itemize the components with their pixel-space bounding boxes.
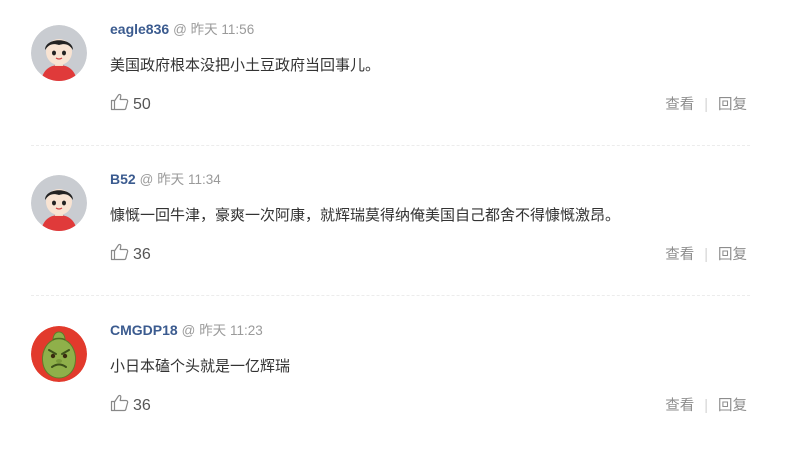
reply-button[interactable]: 回复 xyxy=(718,97,747,113)
action-separator: | xyxy=(704,398,708,414)
comment-text: 慷慨一回牛津，豪爽一次阿康，就辉瑞莫得纳俺美国自己都舍不得慷慨激昂。 xyxy=(110,207,621,224)
reply-button[interactable]: 回复 xyxy=(718,247,747,263)
divider xyxy=(31,145,750,146)
avatar[interactable] xyxy=(31,175,87,231)
thumbs-up-icon xyxy=(110,243,129,261)
view-button[interactable]: 查看 xyxy=(665,398,694,414)
action-separator: | xyxy=(704,247,708,263)
comment-text: 美国政府根本没把小土豆政府当回事儿。 xyxy=(110,57,381,74)
view-button[interactable]: 查看 xyxy=(665,247,694,263)
avatar[interactable] xyxy=(31,25,87,81)
username[interactable]: CMGDP18 xyxy=(110,322,178,338)
comment-text: 小日本磕个头就是一亿辉瑞 xyxy=(110,358,291,375)
comment-actions: 查看 | 回复 xyxy=(665,245,747,265)
at-sign: @ xyxy=(173,22,187,37)
at-sign: @ xyxy=(139,172,154,187)
like-count: 36 xyxy=(133,246,151,263)
avatar[interactable] xyxy=(31,326,87,382)
like-count: 36 xyxy=(133,397,151,414)
comment-item: B52 @ 昨天 11:34 慷慨一回牛津，豪爽一次阿康，就辉瑞莫得纳俺美国自己… xyxy=(0,150,786,300)
comment-meta: B52 @ 昨天 11:34 xyxy=(110,169,221,189)
reply-button[interactable]: 回复 xyxy=(718,398,747,414)
timestamp: 昨天 11:23 xyxy=(199,323,263,338)
like-button[interactable]: 50 xyxy=(110,93,151,115)
thumbs-up-icon xyxy=(110,394,129,412)
username[interactable]: eagle836 xyxy=(110,21,169,37)
comment-meta: eagle836 @ 昨天 11:56 xyxy=(110,19,254,39)
timestamp: 昨天 11:34 xyxy=(157,172,221,187)
view-button[interactable]: 查看 xyxy=(665,97,694,113)
action-separator: | xyxy=(704,97,708,113)
green-squash-avatar-icon xyxy=(31,326,87,382)
at-sign: @ xyxy=(181,323,196,338)
comment-list: eagle836 @ 昨天 11:56 美国政府根本没把小土豆政府当回事儿。 5… xyxy=(0,0,786,429)
like-count: 50 xyxy=(133,96,151,113)
cartoon-boy-avatar-icon xyxy=(31,175,87,231)
comment-item: eagle836 @ 昨天 11:56 美国政府根本没把小土豆政府当回事儿。 5… xyxy=(0,0,786,150)
timestamp: 昨天 11:56 xyxy=(190,22,255,37)
username[interactable]: B52 xyxy=(110,171,136,187)
like-button[interactable]: 36 xyxy=(110,243,151,265)
divider xyxy=(31,295,750,296)
comment-meta: CMGDP18 @ 昨天 11:23 xyxy=(110,320,263,340)
comment-actions: 查看 | 回复 xyxy=(665,396,747,416)
comment-actions: 查看 | 回复 xyxy=(665,95,747,115)
cartoon-boy-avatar-icon xyxy=(31,25,87,81)
like-button[interactable]: 36 xyxy=(110,394,151,416)
thumbs-up-icon xyxy=(110,93,129,111)
